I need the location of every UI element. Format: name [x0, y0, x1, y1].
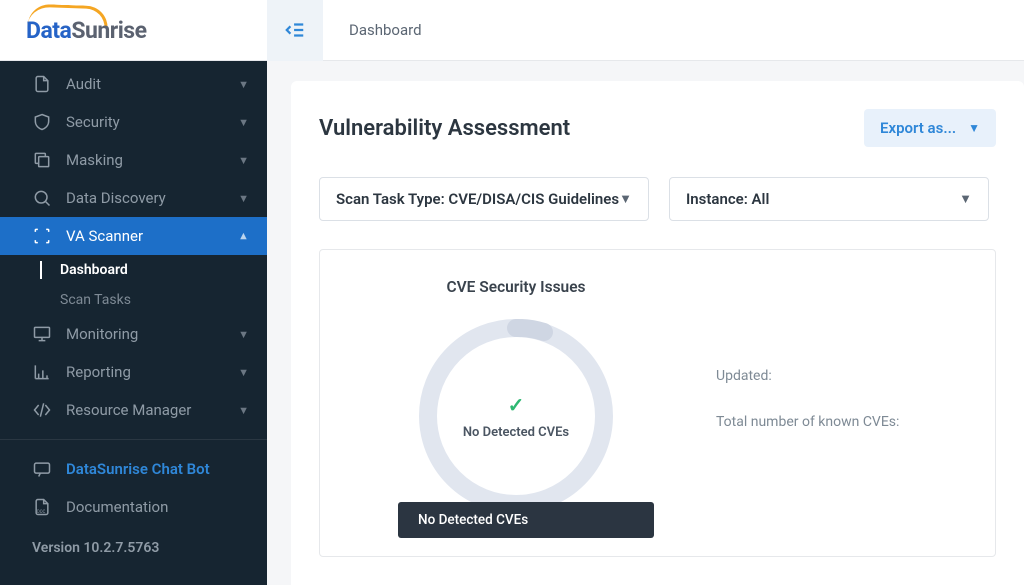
- sidebar-item-label: Data Discovery: [66, 189, 166, 207]
- sidebar-sub-label: Scan Tasks: [60, 292, 131, 308]
- doc-icon: DOC: [32, 497, 52, 517]
- card: Vulnerability Assessment Export as... ▼ …: [291, 81, 1024, 585]
- sidebar-item-audit[interactable]: Audit ▼: [0, 65, 267, 103]
- sidebar-item-label: Monitoring: [66, 325, 138, 343]
- scan-task-type-select[interactable]: Scan Task Type: CVE/DISA/CIS Guidelines …: [319, 177, 649, 221]
- chat-icon: [32, 459, 52, 479]
- divider: [0, 439, 267, 440]
- copy-icon: [32, 150, 52, 170]
- chevron-up-icon: ▼: [238, 230, 249, 243]
- total-known-label: Total number of known CVEs:: [716, 414, 899, 430]
- scan-icon: [32, 226, 52, 246]
- logo-part2: Sunrise: [71, 17, 146, 44]
- breadcrumb: Dashboard: [349, 21, 422, 39]
- file-icon: [32, 74, 52, 94]
- cve-panel-title: CVE Security Issues: [446, 278, 585, 296]
- sidebar-item-label: Audit: [66, 75, 101, 93]
- collapse-icon: [284, 19, 306, 41]
- search-icon: [32, 188, 52, 208]
- sidebar-item-masking[interactable]: Masking ▼: [0, 141, 267, 179]
- sidebar-item-resource-manager[interactable]: Resource Manager ▼: [0, 391, 267, 429]
- cve-stats: Updated: Total number of known CVEs:: [716, 278, 899, 516]
- instance-select[interactable]: Instance: All ▼: [669, 177, 989, 221]
- chevron-down-icon: ▼: [959, 191, 972, 207]
- select-label: Instance: All: [686, 190, 769, 208]
- chevron-down-icon: ▼: [238, 366, 249, 379]
- tooltip-text: No Detected CVEs: [418, 512, 528, 528]
- no-cve-label: No Detected CVEs: [463, 425, 569, 440]
- donut-center: ✓ No Detected CVEs: [416, 316, 616, 516]
- chart-tooltip: No Detected CVEs: [398, 502, 654, 538]
- code-icon: [32, 400, 52, 420]
- sidebar-item-security[interactable]: Security ▼: [0, 103, 267, 141]
- sidebar-item-label: Security: [66, 113, 120, 131]
- chevron-down-icon: ▼: [238, 328, 249, 341]
- sidebar-sub-label: Dashboard: [60, 262, 128, 278]
- svg-text:DOC: DOC: [37, 510, 46, 515]
- sidebar-sub-dashboard[interactable]: Dashboard: [0, 255, 267, 285]
- select-label: Scan Task Type: CVE/DISA/CIS Guidelines: [336, 190, 619, 208]
- updated-label: Updated:: [716, 368, 899, 384]
- chevron-down-icon: ▼: [238, 192, 249, 205]
- chevron-down-icon: ▼: [968, 121, 980, 135]
- sidebar-collapse-button[interactable]: [267, 0, 323, 61]
- export-button[interactable]: Export as... ▼: [864, 109, 996, 147]
- sidebar-item-reporting[interactable]: Reporting ▼: [0, 353, 267, 391]
- sidebar-item-label: VA Scanner: [66, 227, 143, 245]
- sidebar-item-va-scanner[interactable]: VA Scanner ▼: [0, 217, 267, 255]
- logo: DataSunrise: [26, 17, 147, 44]
- chevron-down-icon: ▼: [238, 78, 249, 91]
- sidebar-item-label: Masking: [66, 151, 123, 169]
- check-icon: ✓: [508, 393, 525, 417]
- export-label: Export as...: [880, 119, 956, 137]
- page-title: Vulnerability Assessment: [319, 116, 570, 141]
- nav: Audit ▼ Security ▼ Masking ▼ Data Discov…: [0, 61, 267, 585]
- chevron-down-icon: ▼: [238, 404, 249, 417]
- sidebar: DataSunrise Audit ▼ Security ▼ Masking ▼: [0, 0, 267, 585]
- content: Vulnerability Assessment Export as... ▼ …: [267, 61, 1024, 585]
- sidebar-item-label: Reporting: [66, 363, 131, 381]
- sidebar-item-label: DataSunrise Chat Bot: [66, 460, 210, 478]
- chart-icon: [32, 362, 52, 382]
- logo-row: DataSunrise: [0, 0, 267, 61]
- monitor-icon: [32, 324, 52, 344]
- filters: Scan Task Type: CVE/DISA/CIS Guidelines …: [319, 177, 996, 221]
- card-head: Vulnerability Assessment Export as... ▼: [319, 109, 996, 147]
- cve-panel: CVE Security Issues ✓ No Detected CVEs N…: [319, 249, 996, 557]
- chevron-down-icon: ▼: [619, 191, 632, 207]
- sidebar-item-label: Documentation: [66, 498, 168, 516]
- sidebar-item-label: Resource Manager: [66, 401, 191, 419]
- main: Dashboard Vulnerability Assessment Expor…: [267, 0, 1024, 585]
- shield-icon: [32, 112, 52, 132]
- sidebar-item-documentation[interactable]: DOC Documentation: [0, 488, 267, 526]
- sidebar-item-data-discovery[interactable]: Data Discovery ▼: [0, 179, 267, 217]
- topbar: Dashboard: [267, 0, 1024, 61]
- sidebar-item-monitoring[interactable]: Monitoring ▼: [0, 315, 267, 353]
- sidebar-item-chatbot[interactable]: DataSunrise Chat Bot: [0, 450, 267, 488]
- cve-chart-column: CVE Security Issues ✓ No Detected CVEs N…: [356, 278, 676, 516]
- version-label: Version 10.2.7.5763: [0, 526, 267, 570]
- chevron-down-icon: ▼: [238, 116, 249, 129]
- sidebar-sub-scan-tasks[interactable]: Scan Tasks: [0, 285, 267, 315]
- cve-donut-chart: ✓ No Detected CVEs: [416, 316, 616, 516]
- chevron-down-icon: ▼: [238, 154, 249, 167]
